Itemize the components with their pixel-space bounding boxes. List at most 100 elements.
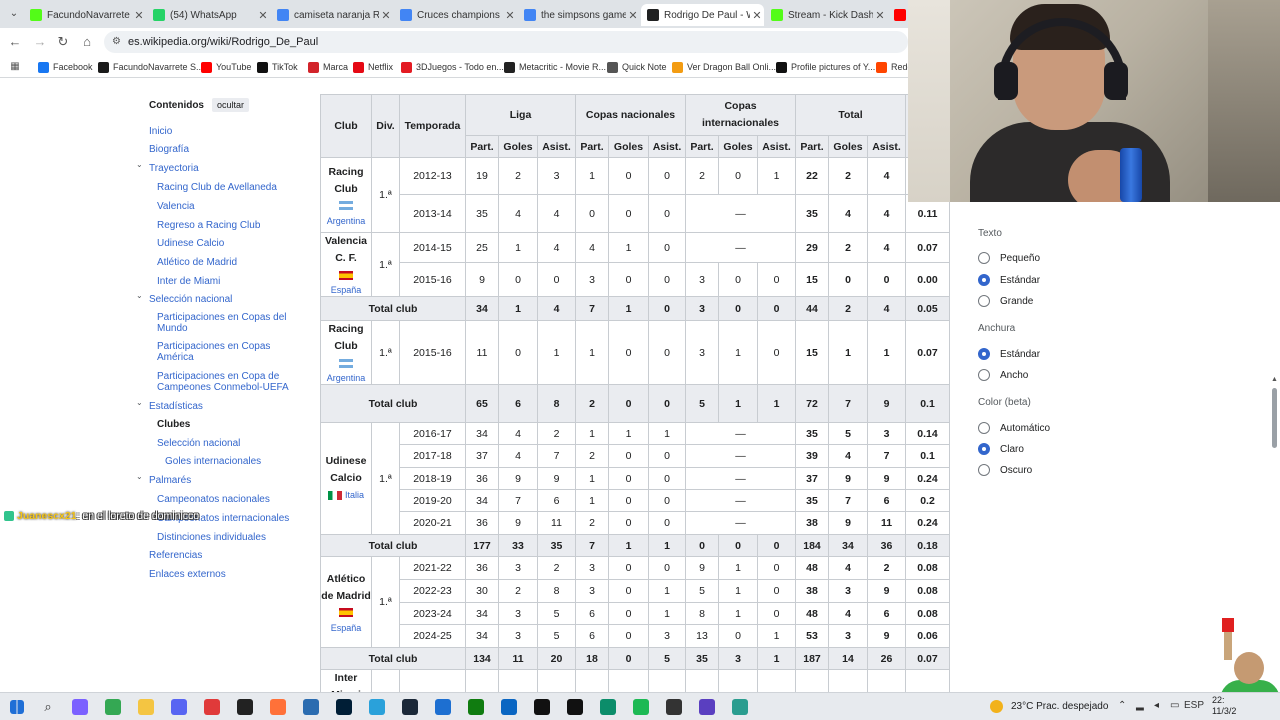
toc-item[interactable]: Clubes bbox=[157, 419, 190, 430]
bookmark-7[interactable]: 3DJuegos - Todo en... bbox=[401, 60, 504, 74]
radio-button[interactable] bbox=[978, 369, 990, 381]
color-option[interactable]: Claro bbox=[978, 443, 1024, 455]
toc-item[interactable]: Referencias bbox=[149, 550, 202, 561]
club-cell[interactable]: Racing Club Argentina bbox=[320, 157, 372, 233]
back-icon[interactable]: ← bbox=[7, 34, 23, 50]
browser-tab[interactable]: FacundoNavarrete Streaming✕ bbox=[24, 4, 146, 26]
chevron-down-icon[interactable]: ⌄ bbox=[136, 291, 143, 300]
network-icon[interactable]: ▂ bbox=[1136, 700, 1144, 711]
spotify-icon[interactable] bbox=[633, 699, 649, 715]
country-link[interactable]: España bbox=[322, 622, 371, 634]
bookmark-6[interactable]: Netflix bbox=[353, 60, 393, 74]
toc-item[interactable]: Goles internacionales bbox=[165, 456, 261, 467]
telegram-icon[interactable] bbox=[369, 699, 385, 715]
radio-button[interactable] bbox=[978, 422, 990, 434]
club-name-link[interactable]: Valencia C. F. bbox=[322, 234, 371, 268]
division-cell[interactable]: 1.ª bbox=[371, 556, 400, 648]
text-option[interactable]: Pequeño bbox=[978, 252, 1040, 264]
weather-widget[interactable]: 23°C Prac. despejado bbox=[990, 700, 1108, 713]
toc-item[interactable]: Enlaces externos bbox=[149, 569, 226, 580]
steam-icon[interactable] bbox=[402, 699, 418, 715]
toc-item[interactable]: Udinese Calcio bbox=[157, 238, 224, 249]
color-option[interactable]: Automático bbox=[978, 422, 1050, 434]
club-cell[interactable]: Valencia C. F. España bbox=[320, 232, 372, 297]
toc-item[interactable]: Trayectoria bbox=[149, 163, 199, 174]
text-option[interactable]: Estándar bbox=[978, 274, 1040, 286]
bookmark-5[interactable]: Marca bbox=[308, 60, 348, 74]
toc-item[interactable]: Biografía bbox=[149, 144, 189, 155]
edge-icon[interactable] bbox=[600, 699, 616, 715]
site-info-icon[interactable]: ⚙ bbox=[112, 31, 121, 53]
bookmark-11[interactable]: Profile pictures of Y... bbox=[776, 60, 875, 74]
width-option[interactable]: Estándar bbox=[978, 348, 1040, 360]
tiktok-icon[interactable] bbox=[567, 699, 583, 715]
app-icon[interactable] bbox=[435, 699, 451, 715]
volume-icon[interactable]: ◂ bbox=[1154, 700, 1159, 711]
close-tab-icon[interactable]: ✕ bbox=[132, 9, 146, 22]
chevron-down-icon[interactable]: ⌄ bbox=[136, 160, 143, 169]
photoshop-icon[interactable] bbox=[336, 699, 352, 715]
tool-icon[interactable] bbox=[303, 699, 319, 715]
toc-item[interactable]: Participaciones en Copas del Mundo bbox=[157, 312, 297, 334]
radio-button[interactable] bbox=[978, 443, 990, 455]
close-tab-icon[interactable]: ✕ bbox=[379, 9, 393, 22]
toc-item[interactable]: Selección nacional bbox=[149, 294, 232, 305]
division-cell[interactable]: 1.ª bbox=[371, 157, 400, 233]
toc-hide-button[interactable]: ocultar bbox=[212, 98, 250, 112]
toc-item[interactable]: Participaciones en Copa de Campeones Con… bbox=[157, 371, 297, 393]
browser-tab[interactable]: (54) WhatsApp ✕ bbox=[147, 4, 270, 26]
tab-search-icon[interactable]: ⌄ bbox=[6, 6, 22, 22]
division-cell[interactable]: 1.ª bbox=[371, 320, 400, 385]
close-tab-icon[interactable]: ✕ bbox=[626, 9, 640, 22]
browser-tab[interactable]: camiseta naranja Real Madrid✕ bbox=[271, 4, 393, 26]
search-icon[interactable]: ⌕ bbox=[40, 699, 56, 715]
discord-icon[interactable] bbox=[171, 699, 187, 715]
radio-button[interactable] bbox=[978, 464, 990, 476]
chrome-icon[interactable] bbox=[105, 699, 121, 715]
app-icon[interactable] bbox=[204, 699, 220, 715]
apps-grid-icon[interactable]: ▦ bbox=[7, 59, 23, 75]
toc-item[interactable]: Estadísticas bbox=[149, 401, 203, 412]
copilot-icon[interactable] bbox=[72, 699, 88, 715]
obs-icon[interactable] bbox=[666, 699, 682, 715]
toc-item[interactable]: Valencia bbox=[157, 201, 195, 212]
width-option[interactable]: Ancho bbox=[978, 369, 1028, 381]
chevron-down-icon[interactable]: ⌄ bbox=[136, 472, 143, 481]
country-link[interactable]: Argentina bbox=[322, 372, 371, 384]
bookmark-10[interactable]: Ver Dragon Ball Onli... bbox=[672, 60, 776, 74]
toc-item[interactable]: Inicio bbox=[149, 126, 172, 137]
browser-tab[interactable]: Rodrigo De Paul - Wikipedia✕ bbox=[641, 4, 764, 26]
windows-start-icon[interactable] bbox=[10, 700, 24, 714]
address-bar[interactable]: ⚙ es.wikipedia.org/wiki/Rodrigo_De_Paul bbox=[104, 31, 908, 53]
toc-item[interactable]: Participaciones en Copas América bbox=[157, 341, 297, 363]
club-cell[interactable]: Atlético de Madrid España bbox=[320, 556, 372, 648]
color-option[interactable]: Oscuro bbox=[978, 464, 1032, 476]
bookmark-2[interactable]: FacundoNavarrete S... bbox=[98, 60, 204, 74]
scroll-up-icon[interactable]: ▲ bbox=[1271, 376, 1278, 383]
division-cell[interactable]: 1.ª bbox=[371, 422, 400, 535]
firefox-icon[interactable] bbox=[270, 699, 286, 715]
battery-icon[interactable]: ▭ bbox=[1170, 700, 1179, 711]
club-cell[interactable]: Inter MiamiEstados bbox=[320, 669, 372, 692]
division-cell[interactable]: 1.ª bbox=[371, 669, 400, 692]
file-explorer-icon[interactable] bbox=[138, 699, 154, 715]
toc-item[interactable]: Distinciones individuales bbox=[157, 532, 266, 543]
close-tab-icon[interactable]: ✕ bbox=[256, 9, 270, 22]
chevron-down-icon[interactable]: ⌄ bbox=[136, 398, 143, 407]
clock[interactable]: 22: 11/3/2 bbox=[1212, 695, 1236, 717]
club-cell[interactable]: Udinese Calcio Italia bbox=[320, 422, 372, 535]
toc-item[interactable]: Campeonatos nacionales bbox=[157, 494, 270, 505]
toc-item[interactable]: Selección nacional bbox=[157, 438, 240, 449]
toc-item[interactable]: Palmarés bbox=[149, 475, 191, 486]
radio-button[interactable] bbox=[978, 252, 990, 264]
bookmark-1[interactable]: Facebook bbox=[38, 60, 93, 74]
club-name-link[interactable]: Atlético de Madrid bbox=[322, 571, 371, 605]
toc-item[interactable]: Regreso a Racing Club bbox=[157, 220, 260, 231]
epic-games-icon[interactable] bbox=[237, 699, 253, 715]
country-link[interactable]: Italia bbox=[345, 490, 364, 500]
page-scrollbar[interactable] bbox=[1272, 388, 1277, 448]
browser-tab[interactable]: the simpsons game - Google✕ bbox=[518, 4, 640, 26]
bookmark-8[interactable]: Metacritic - Movie R... bbox=[504, 60, 606, 74]
division-cell[interactable]: 1.ª bbox=[371, 232, 400, 297]
club-name-link[interactable]: Racing Club bbox=[322, 164, 371, 198]
